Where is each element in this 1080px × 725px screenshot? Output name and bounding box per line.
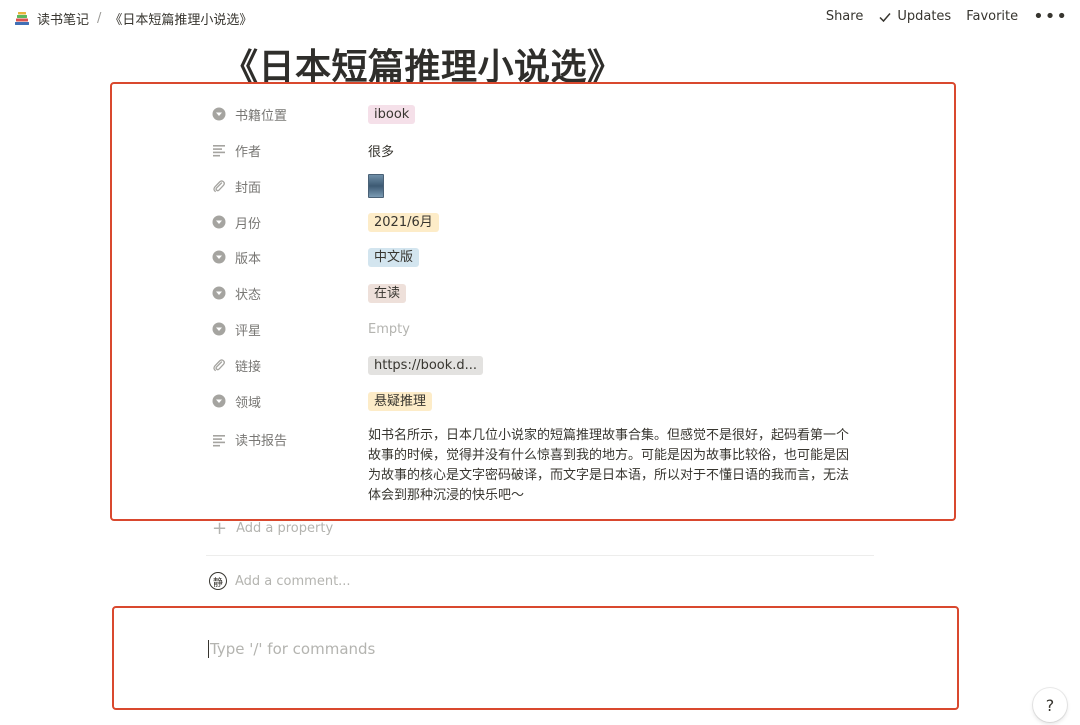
add-property-label: Add a property — [236, 521, 334, 536]
topbar: 读书笔记 / 《日本短篇推理小说选》 Share Updates Favorit… — [0, 0, 1080, 36]
comment-input[interactable]: 静 Add a comment... — [209, 572, 351, 590]
breadcrumb-page[interactable]: 《日本短篇推理小说选》 — [109, 9, 252, 28]
breadcrumb-separator: / — [97, 11, 102, 26]
highlight-box-editor — [112, 606, 959, 710]
updates-button[interactable]: Updates — [878, 9, 951, 24]
highlight-box-properties — [110, 82, 956, 521]
more-options-button[interactable]: ••• — [1033, 8, 1068, 26]
breadcrumb: 读书笔记 / 《日本短篇推理小说选》 — [14, 9, 252, 28]
updates-label: Updates — [897, 9, 952, 24]
top-actions: Share Updates Favorite ••• — [826, 8, 1068, 26]
favorite-button[interactable]: Favorite — [966, 9, 1018, 24]
breadcrumb-workspace[interactable]: 读书笔记 — [37, 9, 89, 28]
comment-placeholder: Add a comment... — [235, 573, 351, 589]
check-icon — [879, 12, 891, 22]
plus-icon: + — [212, 517, 228, 539]
divider — [206, 555, 874, 556]
add-property-button[interactable]: + Add a property — [212, 517, 334, 539]
books-icon — [14, 11, 30, 27]
avatar: 静 — [209, 572, 227, 590]
help-button[interactable]: ? — [1033, 688, 1067, 722]
share-button[interactable]: Share — [826, 9, 864, 24]
